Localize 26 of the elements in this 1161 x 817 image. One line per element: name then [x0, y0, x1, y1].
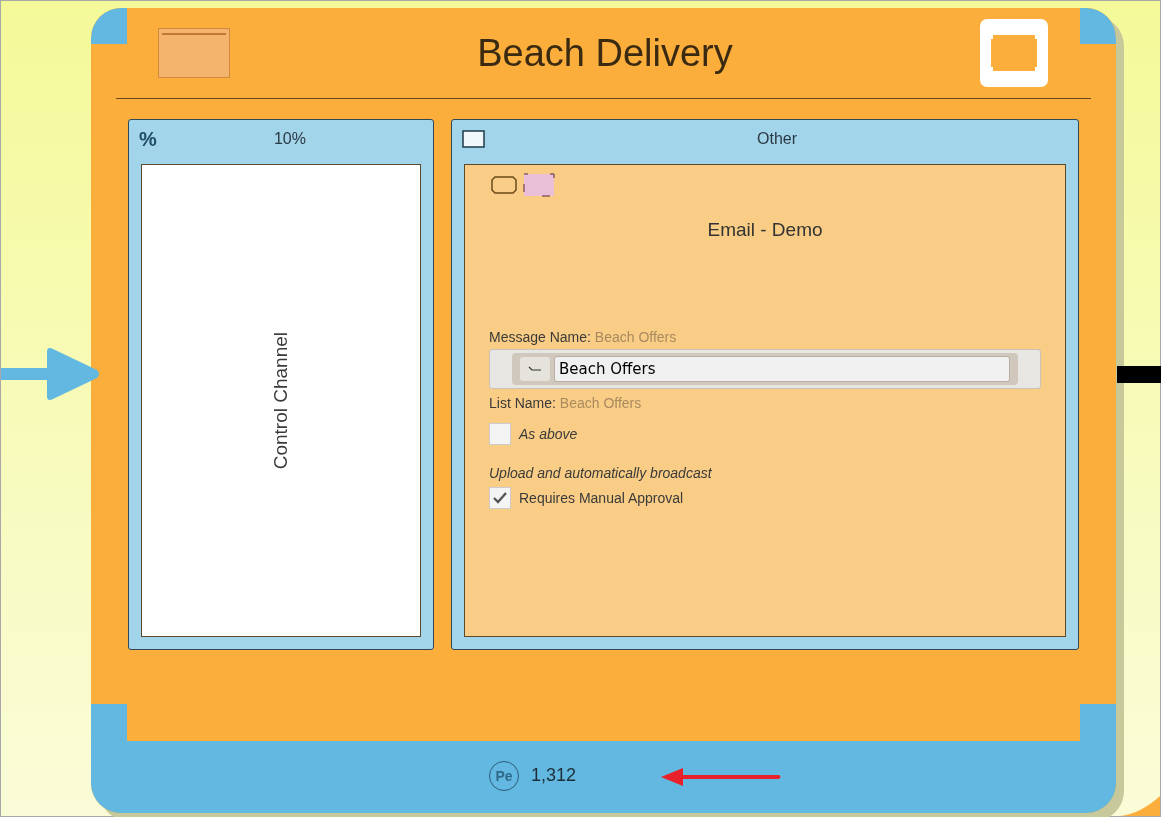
- section-label: Upload and automatically broadcast: [489, 465, 713, 481]
- checkbox[interactable]: [489, 423, 511, 445]
- checkbox-label: As above: [519, 426, 578, 442]
- channel-label: Control Channel: [270, 331, 292, 470]
- frame-icon[interactable]: [980, 19, 1048, 87]
- corner-shape: [1120, 796, 1160, 816]
- edit-icon[interactable]: [520, 357, 550, 381]
- checkbox[interactable]: [489, 487, 511, 509]
- connector-bar: [1117, 366, 1161, 383]
- panel-label: Other: [756, 130, 798, 148]
- input-field[interactable]: Beach Offers: [512, 353, 1018, 385]
- image-icon: [523, 173, 555, 197]
- panel-label: 10%: [272, 130, 307, 148]
- arrow-icon: [1, 347, 101, 401]
- folder-icon: [158, 28, 230, 78]
- percent-icon: %: [139, 127, 157, 151]
- checkbox-label: Requires Manual Approval: [519, 490, 684, 506]
- text-input[interactable]: Beach Offers: [554, 356, 1010, 382]
- checkmark-icon: [493, 492, 507, 504]
- field-label: List Name: Beach Offers: [489, 395, 643, 411]
- card-title: Email - Demo: [706, 219, 824, 242]
- field-label: Message Name: Beach Offers: [489, 329, 678, 345]
- window-icon: [462, 130, 486, 148]
- shape-icon: [491, 175, 517, 195]
- count-label: 1,312: [530, 765, 576, 786]
- title: Beach Delivery: [477, 31, 733, 75]
